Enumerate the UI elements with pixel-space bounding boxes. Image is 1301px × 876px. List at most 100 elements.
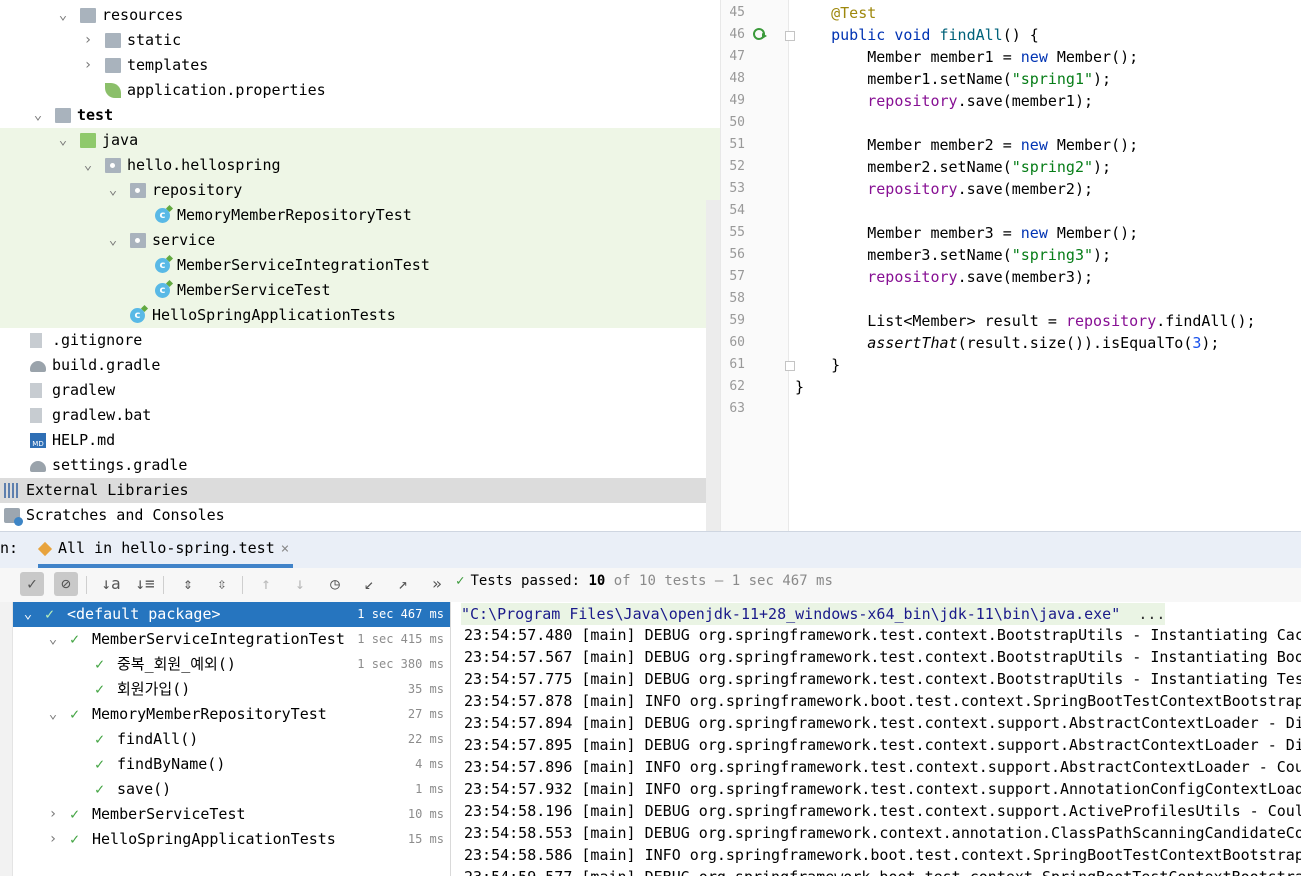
tree-item[interactable]: ⌄ java [0,128,720,153]
chevron-down-icon[interactable]: ⌄ [46,627,60,652]
code-line[interactable]: Member member3 = new Member(); [795,222,1138,244]
tree-item[interactable]: gradlew.bat [0,403,720,428]
chevron-down-icon[interactable]: ⌄ [106,178,120,203]
tree-item[interactable]: application.properties [0,78,720,103]
code-line[interactable]: assertThat(result.size()).isEqualTo(3); [795,332,1219,354]
code-line[interactable]: member1.setName("spring1"); [795,68,1111,90]
export-tests-button[interactable]: ↗ [391,572,415,596]
code-editor[interactable]: 45 46 47 48 49 50 51 52 53 54 55 56 57 58 59 60 61 62 63 @… [720,0,1301,531]
test-class-icon: c [130,308,145,323]
tree-item[interactable]: ⌄ resources [0,3,720,28]
tree-item-label: External Libraries [26,481,189,499]
test-name: 중복_회원_예외() [117,655,236,673]
tree-item[interactable]: External Libraries [0,478,720,503]
chevron-down-icon[interactable]: ⌄ [21,602,35,627]
code-line[interactable]: member3.setName("spring3"); [795,244,1111,266]
test-tree-row[interactable]: ⌄ ✓ MemoryMemberRepositoryTest 27 ms [13,702,450,727]
code-line[interactable]: List<Member> result = repository.findAll… [795,310,1255,332]
code-line[interactable]: } [795,354,840,376]
test-tree-row[interactable]: ✓ findByName() 4 ms [13,752,450,777]
test-status: ✓ Tests passed: 10 of 10 tests – 1 sec 46… [456,568,833,594]
line-number: 51 [729,137,745,152]
chevron-right-icon[interactable]: › [46,827,60,852]
previous-failed-test-button[interactable]: ↑ [254,572,278,596]
tree-item[interactable]: Scratches and Consoles [0,503,720,528]
test-tree-row[interactable]: ✓ findAll() 22 ms [13,727,450,752]
line-number: 60 [729,335,745,350]
chevron-right-icon[interactable]: › [46,802,60,827]
console-output[interactable]: "C:\Program Files\Java\openjdk-11+28_win… [451,602,1301,876]
show-passed-toggle[interactable]: ✓ [20,572,44,596]
project-tree: ⌄ resources › static › templates application.p… [0,0,720,531]
run-test-gutter-icon[interactable] [753,27,767,41]
code-line[interactable]: public void findAll() { [795,24,1039,46]
gradle-icon [30,461,46,472]
chevron-right-icon[interactable]: › [81,28,95,53]
sort-by-duration-button[interactable]: ↓≡ [133,572,157,596]
test-tree-row[interactable]: ✓ 중복_회원_예외() 1 sec 380 ms [13,652,450,677]
chevron-down-icon[interactable]: ⌄ [81,153,95,178]
close-tab-icon[interactable]: × [281,541,289,557]
tree-item[interactable]: ⌄ test [0,103,720,128]
toolbar-separator [163,576,164,594]
chevron-down-icon[interactable]: ⌄ [46,702,60,727]
tree-item[interactable]: › static [0,28,720,53]
chevron-right-icon[interactable]: › [81,53,95,78]
test-tree-row[interactable]: ⌄ ✓ MemberServiceIntegrationTest 1 sec 415 … [13,627,450,652]
tree-item[interactable]: ⌄ service [0,228,720,253]
tree-item[interactable]: .gitignore [0,328,720,353]
tree-item[interactable]: gradlew [0,378,720,403]
test-tree-row[interactable]: › ✓ HelloSpringApplicationTests 15 ms [13,827,450,852]
collapse-all-button[interactable]: ⇳ [210,572,234,596]
code-line[interactable]: } [795,376,804,398]
package-icon [130,183,146,198]
tree-item-label: settings.gradle [52,456,188,474]
tree-item[interactable]: c MemberServiceTest [0,278,720,303]
next-failed-test-button[interactable]: ↓ [288,572,312,596]
test-history-button[interactable]: ◷ [323,572,347,596]
chevron-down-icon[interactable]: ⌄ [31,103,45,128]
sort-alphabetically-button[interactable]: ↓a [99,572,123,596]
code-line[interactable]: repository.save(member1); [795,90,1093,112]
test-tree-row[interactable]: › ✓ MemberServiceTest 10 ms [13,802,450,827]
test-passed-icon: ✓ [70,805,80,823]
chevron-down-icon[interactable]: ⌄ [106,228,120,253]
code-line[interactable]: repository.save(member3); [795,266,1093,288]
tree-item-label: build.gradle [52,356,161,374]
tree-item[interactable]: ⌄ hello.hellospring [0,153,720,178]
code-line[interactable]: @Test [795,2,876,24]
console-line: 23:54:57.878 [main] INFO org.springframe… [464,692,1301,710]
tree-item[interactable]: c HelloSpringApplicationTests [0,303,720,328]
code-line[interactable]: Member member2 = new Member(); [795,134,1138,156]
line-number: 59 [729,313,745,328]
test-duration: 15 ms [407,832,444,846]
chevron-down-icon[interactable]: ⌄ [56,128,70,153]
tree-item[interactable]: ⌄ repository [0,178,720,203]
status-passed-count: 10 [588,573,606,589]
console-command-ellipsis[interactable]: ... [1138,605,1165,623]
tree-item[interactable]: c MemberServiceIntegrationTest [0,253,720,278]
test-class-icon: c [155,208,170,223]
run-tab-all-tests[interactable]: All in hello-spring.test × [37,532,294,568]
code-line[interactable]: Member member1 = new Member(); [795,46,1138,68]
expand-all-button[interactable]: ⇕ [176,572,200,596]
code-line[interactable]: repository.save(member2); [795,178,1093,200]
tree-item[interactable]: settings.gradle [0,453,720,478]
test-tree-row[interactable]: ✓ save() 1 ms [13,777,450,802]
code-line[interactable]: member2.setName("spring2"); [795,156,1111,178]
tree-item[interactable]: build.gradle [0,353,720,378]
tree-item[interactable]: MD HELP.md [0,428,720,453]
status-prefix: Tests passed: [470,573,581,589]
chevron-down-icon[interactable]: ⌄ [56,3,70,28]
tree-scrollbar[interactable] [706,200,720,531]
fold-marker-icon[interactable] [785,31,795,41]
import-tests-button[interactable]: ↙ [357,572,381,596]
show-ignored-toggle[interactable]: ⊘ [54,572,78,596]
fold-marker-icon[interactable] [785,361,795,371]
more-actions-button[interactable]: » [425,572,449,596]
line-number: 61 [729,357,745,372]
tree-item[interactable]: c MemoryMemberRepositoryTest [0,203,720,228]
tree-item[interactable]: › templates [0,53,720,78]
test-tree-row[interactable]: ✓ 회원가입() 35 ms [13,677,450,702]
test-tree-row[interactable]: ⌄ ✓ <default package> 1 sec 467 ms [13,602,450,627]
